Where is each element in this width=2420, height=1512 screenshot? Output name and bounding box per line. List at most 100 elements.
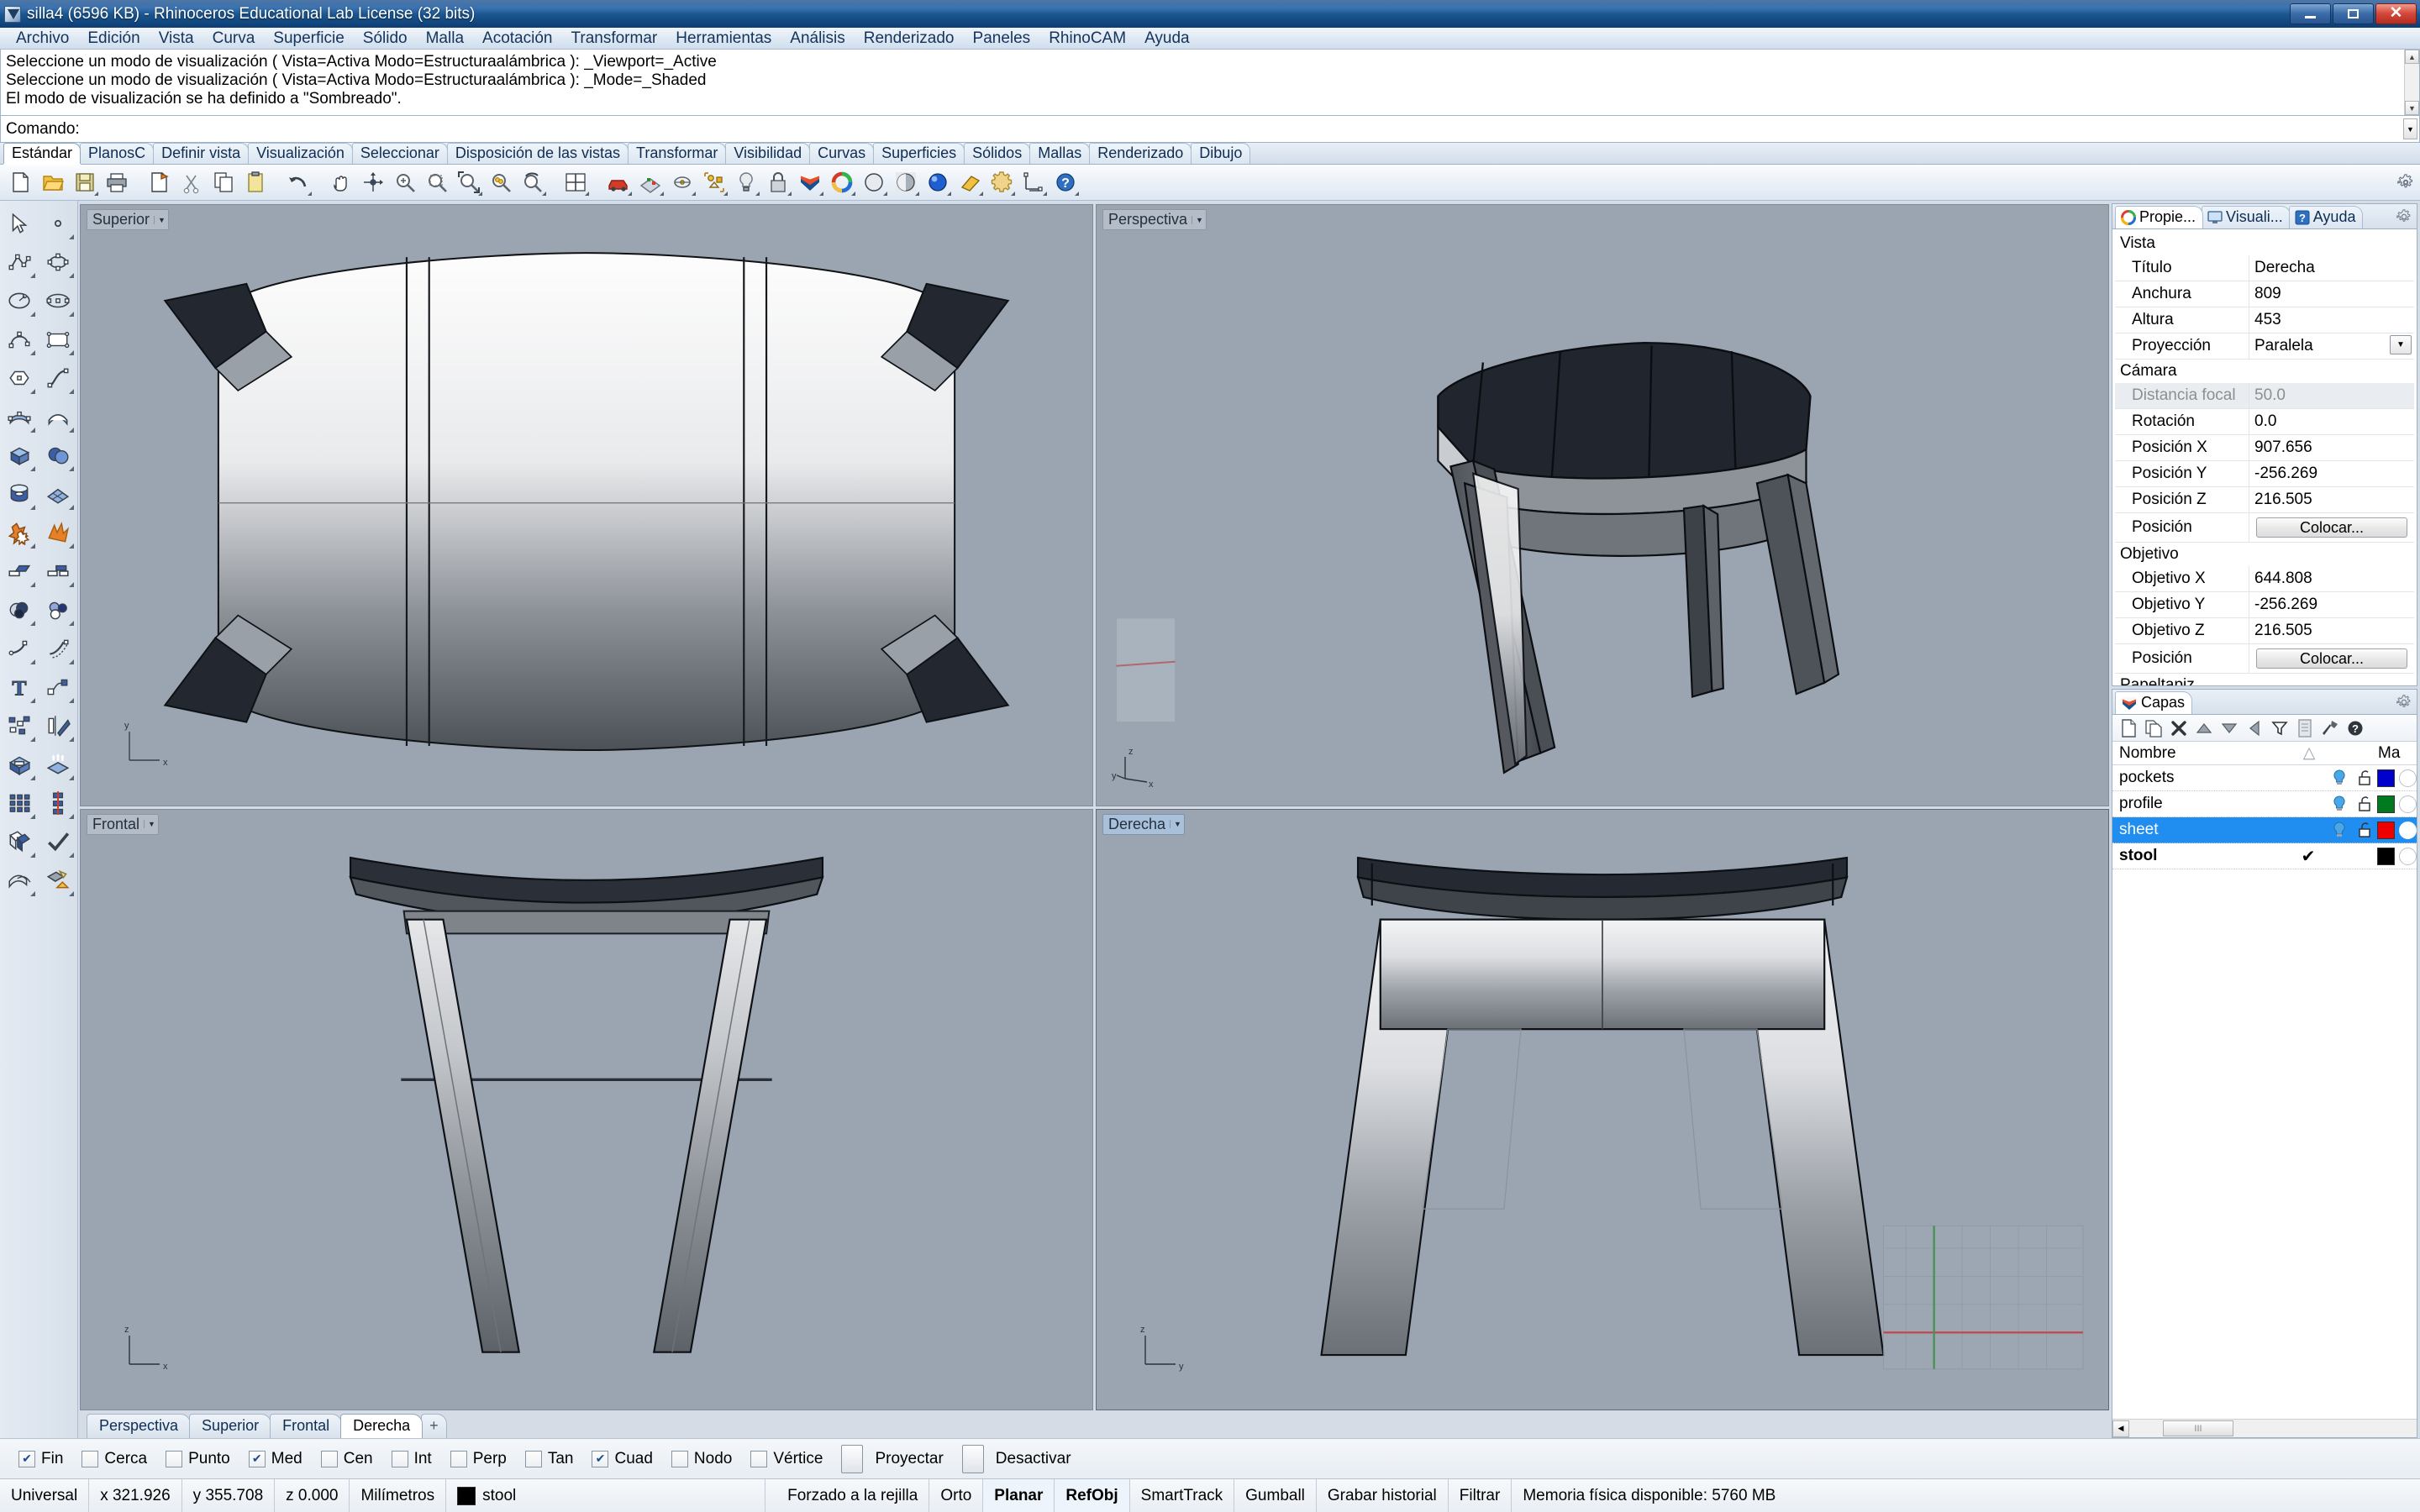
menu-item-herramientas[interactable]: Herramientas	[666, 27, 781, 50]
flyout-arrow-icon[interactable]	[69, 698, 74, 703]
menu-item-transformar[interactable]: Transformar	[561, 27, 666, 50]
osnap-checkbox[interactable]	[450, 1450, 467, 1467]
pan-hand-icon[interactable]	[325, 166, 357, 198]
blend-surface-icon[interactable]	[0, 861, 39, 900]
split-icon[interactable]	[39, 552, 77, 591]
boolean-union-icon[interactable]	[0, 513, 39, 552]
scroll-up-icon[interactable]: ▲	[2405, 50, 2419, 64]
property-value-rotaci-n[interactable]: 0.0	[2249, 409, 2414, 434]
status-units[interactable]: Milímetros	[350, 1479, 447, 1512]
osnap-toggle-box[interactable]	[841, 1444, 864, 1473]
flyout-arrow-icon[interactable]	[69, 466, 74, 471]
menu-item-superficie[interactable]: Superficie	[264, 27, 354, 50]
viewport-tab-frontal[interactable]: Frontal	[270, 1414, 343, 1438]
move-up-icon[interactable]	[2193, 717, 2215, 739]
toolbar-tab-curvas[interactable]: Curvas	[809, 143, 875, 164]
flyout-arrow-icon[interactable]	[542, 192, 546, 196]
layer-lock-icon[interactable]	[2352, 822, 2377, 838]
new-layer-icon[interactable]	[2118, 717, 2139, 739]
property-place-button[interactable]: Colocar...	[2256, 648, 2407, 669]
flyout-arrow-icon[interactable]	[30, 543, 35, 549]
polygon-icon[interactable]	[0, 359, 39, 397]
layers-col-current[interactable]: △	[2291, 743, 2328, 763]
layer-material-icon[interactable]	[2399, 795, 2417, 813]
flyout-arrow-icon[interactable]	[692, 192, 696, 196]
gumball-icon[interactable]	[954, 166, 986, 198]
close-button[interactable]: ✕	[2375, 3, 2417, 24]
rendered-sphere-icon[interactable]	[922, 166, 954, 198]
status-cplane[interactable]: Universal	[0, 1479, 90, 1512]
scroll-down-icon[interactable]: ▼	[2405, 101, 2419, 115]
osnap-checkbox[interactable]	[391, 1450, 408, 1467]
color-wheel-icon[interactable]	[826, 166, 858, 198]
command-history-scrollbar[interactable]: ▲ ▼	[2404, 50, 2419, 115]
osnap-cen[interactable]: Cen	[320, 1450, 373, 1468]
osnap-vértice[interactable]: Vértice	[750, 1450, 823, 1468]
layers-options-gear-icon[interactable]	[2396, 694, 2412, 711]
array-icon[interactable]	[0, 784, 39, 822]
flyout-arrow-icon[interactable]	[478, 192, 482, 196]
toolbar-tab-planosc[interactable]: PlanosC	[80, 143, 155, 164]
flyout-arrow-icon[interactable]	[723, 192, 728, 196]
zoom-window-icon[interactable]	[421, 166, 453, 198]
flyout-arrow-icon[interactable]	[819, 192, 823, 196]
toolbar-options-gear-icon[interactable]	[2396, 173, 2415, 192]
zoom-selected-icon[interactable]	[485, 166, 517, 198]
text-icon[interactable]: T	[0, 668, 39, 706]
flyout-arrow-icon[interactable]	[69, 543, 74, 549]
menu-item-curva[interactable]: Curva	[203, 27, 265, 50]
maximize-button[interactable]	[2333, 3, 2374, 24]
osnap-perp[interactable]: Perp	[450, 1450, 507, 1468]
flyout-arrow-icon[interactable]	[69, 389, 74, 394]
property-value-posici-n-x[interactable]: 907.656	[2249, 435, 2414, 460]
menu-item-paneles[interactable]: Paneles	[964, 27, 1040, 50]
toolbar-tab-est-ndar[interactable]: Estándar	[3, 143, 82, 164]
status-toggle-grabar-historial[interactable]: Grabar historial	[1317, 1479, 1449, 1512]
move-down-icon[interactable]	[2218, 717, 2240, 739]
toolbar-tab-seleccionar[interactable]: Seleccionar	[351, 143, 448, 164]
command-history-dropdown-icon[interactable]: ▼	[2403, 118, 2417, 139]
toolbar-tab-s-lidos[interactable]: Sólidos	[964, 143, 1031, 164]
zoom-in-icon[interactable]	[389, 166, 421, 198]
zoom-previous-icon[interactable]	[517, 166, 549, 198]
rectangle-icon[interactable]	[39, 320, 77, 359]
command-prompt[interactable]: Comando: ▼	[0, 116, 2420, 143]
flyout-arrow-icon[interactable]	[94, 192, 98, 196]
cylinder-solid-icon[interactable]	[0, 475, 39, 513]
copy-icon[interactable]	[208, 166, 239, 198]
dimension-icon[interactable]	[1018, 166, 1050, 198]
toolbar-tab-visibilidad[interactable]: Visibilidad	[725, 143, 811, 164]
boolean-intersection-icon[interactable]	[39, 591, 77, 629]
lock-icon[interactable]	[762, 166, 794, 198]
property-value-objetivo-x[interactable]: 644.808	[2249, 566, 2414, 591]
osnap-checkbox[interactable]	[592, 1450, 609, 1467]
viewport-derecha-label[interactable]: Derecha ▼	[1102, 813, 1185, 835]
sphere-solid-icon[interactable]	[39, 436, 77, 475]
shaded-sphere-icon[interactable]	[858, 166, 890, 198]
flyout-arrow-icon[interactable]	[787, 192, 792, 196]
flyout-arrow-icon[interactable]	[30, 891, 35, 896]
car-render-icon[interactable]	[602, 166, 634, 198]
layer-name[interactable]: profile	[2112, 795, 2290, 813]
flyout-arrow-icon[interactable]	[30, 775, 35, 780]
layer-color-and-material[interactable]	[2377, 795, 2417, 813]
rotate-view-icon[interactable]	[357, 166, 389, 198]
property-value-objetivo-y[interactable]: -256.269	[2249, 592, 2414, 617]
layer-color-swatch[interactable]	[2377, 795, 2395, 813]
flyout-arrow-icon[interactable]	[30, 505, 35, 510]
array-polar-icon[interactable]	[39, 784, 77, 822]
property-value-posici-n-z[interactable]: 216.505	[2249, 487, 2414, 512]
flyout-arrow-icon[interactable]	[69, 853, 74, 858]
flyout-arrow-icon[interactable]	[30, 659, 35, 664]
flyout-arrow-icon[interactable]	[69, 312, 74, 317]
filter-icon[interactable]	[2269, 717, 2291, 739]
osnap-fin[interactable]: Fin	[18, 1450, 63, 1468]
layer-lock-icon[interactable]	[2352, 795, 2377, 812]
flyout-arrow-icon[interactable]	[1011, 192, 1015, 196]
viewport-tab-perspectiva[interactable]: Perspectiva	[87, 1414, 192, 1438]
add-viewport-tab-button[interactable]: +	[421, 1414, 447, 1438]
osnap-checkbox[interactable]	[166, 1450, 183, 1467]
flyout-arrow-icon[interactable]	[69, 737, 74, 742]
transform-icon[interactable]	[39, 668, 77, 706]
extrude-icon[interactable]	[39, 745, 77, 784]
